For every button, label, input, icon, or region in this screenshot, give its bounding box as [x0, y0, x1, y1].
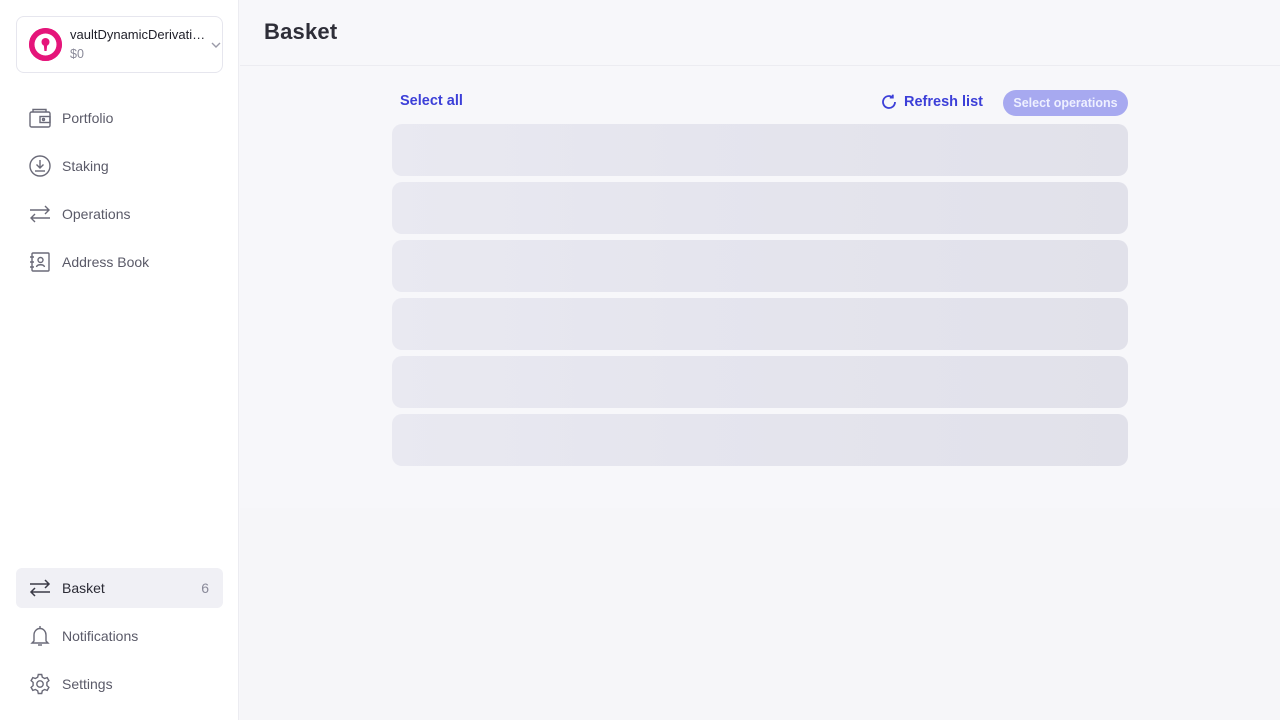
basket-count-badge: 6 [201, 580, 209, 596]
sidebar-item-operations[interactable]: Operations [16, 194, 223, 234]
loading-row-skeleton [392, 182, 1128, 234]
refresh-icon [882, 94, 896, 109]
select-all-button[interactable]: Select all [400, 93, 463, 109]
sidebar-item-staking[interactable]: Staking [16, 146, 223, 186]
vault-name: vaultDynamicDerivatio... [70, 26, 210, 42]
loading-row-skeleton [392, 240, 1128, 292]
sidebar-item-basket[interactable]: Basket 6 [16, 568, 223, 608]
arrows-swap-icon [28, 576, 52, 600]
sidebar-item-settings[interactable]: Settings [16, 664, 223, 704]
loading-row-skeleton [392, 124, 1128, 176]
sidebar-item-label: Staking [62, 158, 109, 174]
sidebar-item-portfolio[interactable]: Portfolio [16, 98, 223, 138]
loading-row-skeleton [392, 414, 1128, 466]
sidebar-item-label: Settings [62, 676, 113, 692]
sidebar-item-label: Address Book [62, 254, 150, 270]
bell-icon [28, 624, 52, 648]
vault-selector[interactable]: vaultDynamicDerivatio... $0 [16, 16, 223, 73]
sidebar-item-notifications[interactable]: Notifications [16, 616, 223, 656]
sidebar-item-label: Operations [62, 206, 131, 222]
select-operations-button[interactable]: Select operations [1003, 90, 1128, 116]
loading-row-skeleton [392, 356, 1128, 408]
arrows-swap-icon [28, 202, 52, 226]
page-header: Basket [240, 0, 1280, 66]
staking-icon [28, 154, 52, 178]
vault-logo-icon [29, 28, 62, 61]
wallet-icon [28, 106, 52, 130]
sidebar-item-label: Portfolio [62, 110, 114, 126]
sidebar: vaultDynamicDerivatio... $0 Portfolio St… [0, 0, 239, 720]
sidebar-item-label: Basket [62, 580, 105, 596]
gear-icon [28, 672, 52, 696]
vault-info: vaultDynamicDerivatio... $0 [70, 27, 210, 63]
refresh-list-button[interactable]: Refresh list [880, 93, 983, 111]
empty-area [240, 508, 1280, 720]
page-title: Basket [264, 19, 338, 44]
vault-balance: $0 [70, 46, 84, 61]
refresh-list-label: Refresh list [904, 94, 983, 110]
sidebar-item-label: Notifications [62, 628, 139, 644]
basket-content: Select all Refresh list Select operation… [240, 66, 1280, 508]
sidebar-item-address-book[interactable]: Address Book [16, 242, 223, 282]
address-book-icon [28, 250, 52, 274]
chevron-down-icon [211, 42, 221, 48]
loading-row-skeleton [392, 298, 1128, 350]
